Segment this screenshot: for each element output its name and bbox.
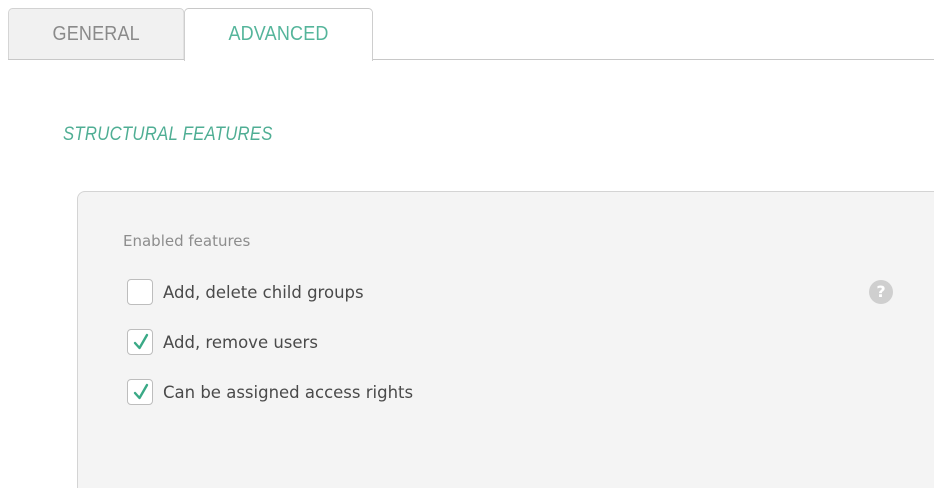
tab-advanced[interactable]: ADVANCED <box>184 8 373 61</box>
option-add-delete-child-groups[interactable]: Add, delete child groups <box>127 278 364 306</box>
tab-advanced-label: ADVANCED <box>228 23 329 45</box>
enabled-features-label: Enabled features <box>123 232 251 250</box>
section-title: STRUCTURAL FEATURES <box>63 124 273 145</box>
checkbox-add-remove-users[interactable] <box>127 329 153 355</box>
checkmark-icon <box>133 383 149 400</box>
enabled-features-panel: Enabled features Add, delete child group… <box>77 191 934 488</box>
tab-general-label: GENERAL <box>52 23 140 45</box>
tab-baseline <box>8 59 934 60</box>
checkmark-icon <box>133 333 149 350</box>
settings-page: GENERAL ADVANCED STRUCTURAL FEATURES Ena… <box>0 0 934 488</box>
option-label: Add, delete child groups <box>163 282 364 302</box>
question-mark-icon[interactable]: ? <box>869 280 893 304</box>
tab-strip: GENERAL ADVANCED <box>8 0 934 61</box>
checkbox-add-delete-child-groups[interactable] <box>127 279 153 305</box>
option-can-be-assigned-access-rights[interactable]: Can be assigned access rights <box>127 378 413 406</box>
option-label: Add, remove users <box>163 332 318 352</box>
option-label: Can be assigned access rights <box>163 382 414 402</box>
option-add-remove-users[interactable]: Add, remove users <box>127 328 318 356</box>
checkbox-can-be-assigned-access-rights[interactable] <box>127 379 153 405</box>
tab-general[interactable]: GENERAL <box>8 8 185 59</box>
